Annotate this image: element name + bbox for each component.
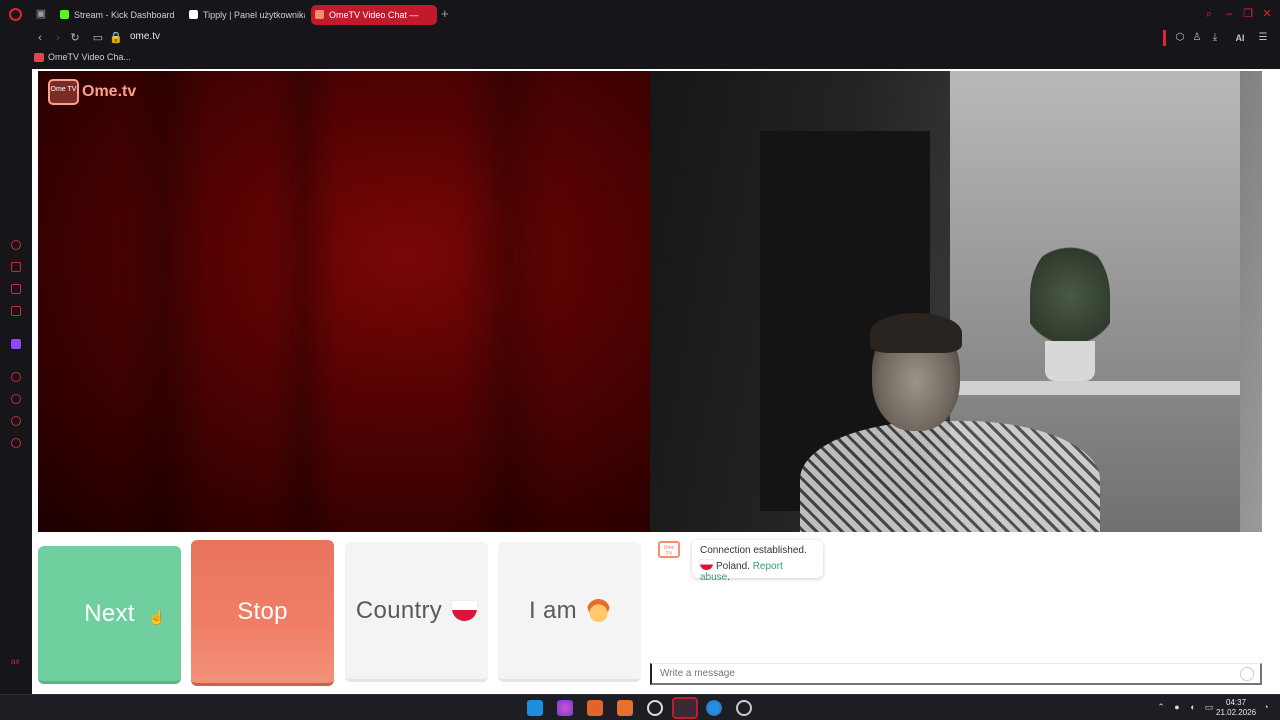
country-label: Country bbox=[355, 596, 443, 624]
sidebar-pinboard-icon[interactable] bbox=[11, 416, 21, 426]
address-bar-accent bbox=[1163, 30, 1166, 46]
ometv-logo-badge: Ome TV bbox=[48, 79, 79, 105]
tray-mic-icon[interactable]: ● bbox=[1171, 701, 1183, 713]
download-icon[interactable]: ⤓ bbox=[1208, 31, 1222, 45]
restore-icon[interactable]: ❐ bbox=[1241, 7, 1255, 21]
close-icon[interactable]: ✕ bbox=[1260, 7, 1274, 21]
camera-icon[interactable]: ▭ bbox=[91, 31, 105, 45]
windows-start-icon[interactable] bbox=[527, 700, 543, 716]
sidebar-chat-icon[interactable] bbox=[11, 284, 21, 294]
sidebar-clock-icon[interactable] bbox=[11, 394, 21, 404]
taskbar-app-icon[interactable] bbox=[557, 700, 573, 716]
partner-country-line: Poland. Report abuse. bbox=[700, 560, 815, 583]
curtain-fold bbox=[458, 71, 558, 532]
opera-sidebar: ax bbox=[0, 69, 32, 694]
clock-date: 21.02.2026 bbox=[1216, 708, 1257, 717]
tray-network-icon[interactable]: ▭ bbox=[1203, 701, 1215, 713]
tray-chevron-icon[interactable]: ⌃ bbox=[1155, 701, 1167, 713]
kick-favicon-icon bbox=[60, 10, 69, 19]
minimize-icon[interactable]: – bbox=[1222, 7, 1236, 21]
forward-icon[interactable]: › bbox=[51, 31, 65, 45]
bookmark-favicon-icon bbox=[34, 53, 44, 62]
sidebar-history-icon[interactable] bbox=[11, 240, 21, 250]
bookmark-label: OmeTV Video Cha... bbox=[48, 52, 131, 62]
curtain-fold bbox=[118, 71, 208, 532]
wallet-icon[interactable]: ♙ bbox=[1190, 31, 1204, 45]
tab-tipply[interactable]: Tipply | Panel użytkownika bbox=[185, 5, 305, 25]
clock-time: 04:37 bbox=[1226, 698, 1247, 707]
tab-title: OmeTV Video Chat — bbox=[329, 10, 419, 20]
sidebar-player-icon[interactable] bbox=[11, 372, 21, 382]
stranger-video bbox=[650, 71, 1262, 532]
extensions-icon[interactable]: ⬡ bbox=[1173, 31, 1187, 45]
video-person-body bbox=[800, 421, 1100, 532]
country-button[interactable]: Country bbox=[345, 542, 488, 682]
tab-title: Tipply | Panel użytkownika bbox=[203, 10, 305, 20]
tray-notification-icon[interactable]: ◔ bbox=[1260, 701, 1272, 713]
opera-logo-icon[interactable] bbox=[9, 8, 22, 21]
taskbar-opera-icon[interactable] bbox=[672, 697, 698, 719]
tab-kick-dashboard[interactable]: Stream - Kick Dashboard bbox=[56, 5, 182, 25]
emoji-icon[interactable] bbox=[1240, 667, 1254, 681]
taskbar-app-icon[interactable] bbox=[587, 700, 603, 716]
partner-country: Poland. bbox=[716, 561, 750, 572]
ometv-page: Ome TV Ome.tv Next Stop Country I am ☝ O… bbox=[32, 69, 1280, 694]
tab-ometv[interactable]: OmeTV Video Chat — bbox=[311, 5, 437, 25]
report-suffix: . bbox=[727, 572, 731, 583]
sidebar-shop-icon[interactable] bbox=[11, 262, 21, 272]
chat-ometv-logo-icon: Ome TV bbox=[658, 541, 680, 558]
taskbar-app-icon[interactable] bbox=[706, 700, 722, 716]
lock-icon: 🔒 bbox=[109, 32, 123, 44]
taskbar-app-icon[interactable] bbox=[617, 700, 633, 716]
chat-system-message: Connection established. Poland. Report a… bbox=[692, 540, 823, 583]
sidebar-messenger-icon[interactable] bbox=[11, 306, 21, 316]
next-label: Next bbox=[84, 599, 135, 627]
boy-emoji-icon bbox=[586, 599, 610, 622]
video-windowsill bbox=[950, 381, 1240, 395]
url-field[interactable]: ome.tv bbox=[130, 31, 160, 42]
reload-icon[interactable]: ↻ bbox=[68, 31, 82, 45]
video-plant-pot bbox=[1045, 341, 1095, 381]
hand-cursor-icon: ☝ bbox=[148, 609, 166, 625]
ometv-favicon-icon bbox=[315, 10, 324, 19]
stop-button[interactable]: Stop bbox=[191, 540, 334, 686]
poland-mini-flag-icon bbox=[700, 560, 713, 570]
windows-taskbar: ⌃ ● ◐ ▭ 04:37 21.02.2026 ◔ bbox=[0, 694, 1280, 720]
i-am-button[interactable]: I am bbox=[498, 542, 641, 682]
tipply-favicon-icon bbox=[189, 10, 198, 19]
poland-flag-icon bbox=[452, 600, 478, 621]
video-person-hair bbox=[870, 313, 962, 353]
address-bar: ‹ › ↻ ▭ 🔒 ome.tv ⬡ ♙ ⤓ AI ☰ bbox=[0, 29, 1280, 48]
connection-message: Connection established. bbox=[700, 545, 807, 556]
ometv-logo-text: Ome.tv bbox=[82, 83, 137, 100]
bookmarks-bar: OmeTV Video Cha... bbox=[0, 48, 1280, 69]
taskbar-settings-icon[interactable] bbox=[736, 700, 752, 716]
local-video: Ome TV Ome.tv bbox=[38, 71, 650, 532]
ai-label: AI bbox=[1235, 33, 1245, 43]
menu-icon[interactable]: ☰ bbox=[1256, 31, 1270, 45]
curtain-fold bbox=[268, 71, 338, 532]
sidebar-bottom-label[interactable]: ax bbox=[11, 657, 19, 666]
tab-menu-icon[interactable]: ▣ bbox=[35, 8, 47, 20]
browser-tab-bar: ▣ Stream - Kick Dashboard Tipply | Panel… bbox=[0, 0, 1280, 29]
stop-label: Stop bbox=[237, 597, 288, 625]
taskbar-obs-icon[interactable] bbox=[647, 700, 663, 716]
aria-ai-button[interactable]: AI bbox=[1229, 31, 1251, 45]
new-tab-icon[interactable]: + bbox=[441, 6, 449, 21]
tab-title: Stream - Kick Dashboard bbox=[74, 10, 175, 20]
sidebar-twitch-icon[interactable] bbox=[11, 339, 21, 349]
video-plant bbox=[1030, 241, 1110, 351]
chat-panel: Ome TV Connection established. Poland. R… bbox=[650, 532, 1262, 688]
sidebar-settings-icon[interactable] bbox=[11, 438, 21, 448]
tray-volume-icon[interactable]: ◐ bbox=[1187, 701, 1199, 713]
taskbar-clock[interactable]: 04:37 21.02.2026 bbox=[1216, 698, 1256, 718]
i-am-label: I am bbox=[529, 596, 577, 624]
search-tabs-icon[interactable]: ⌕ bbox=[1202, 7, 1216, 21]
message-input[interactable] bbox=[650, 663, 1262, 685]
back-icon[interactable]: ‹ bbox=[33, 31, 47, 45]
bookmark-ometv[interactable]: OmeTV Video Cha... bbox=[34, 52, 131, 62]
